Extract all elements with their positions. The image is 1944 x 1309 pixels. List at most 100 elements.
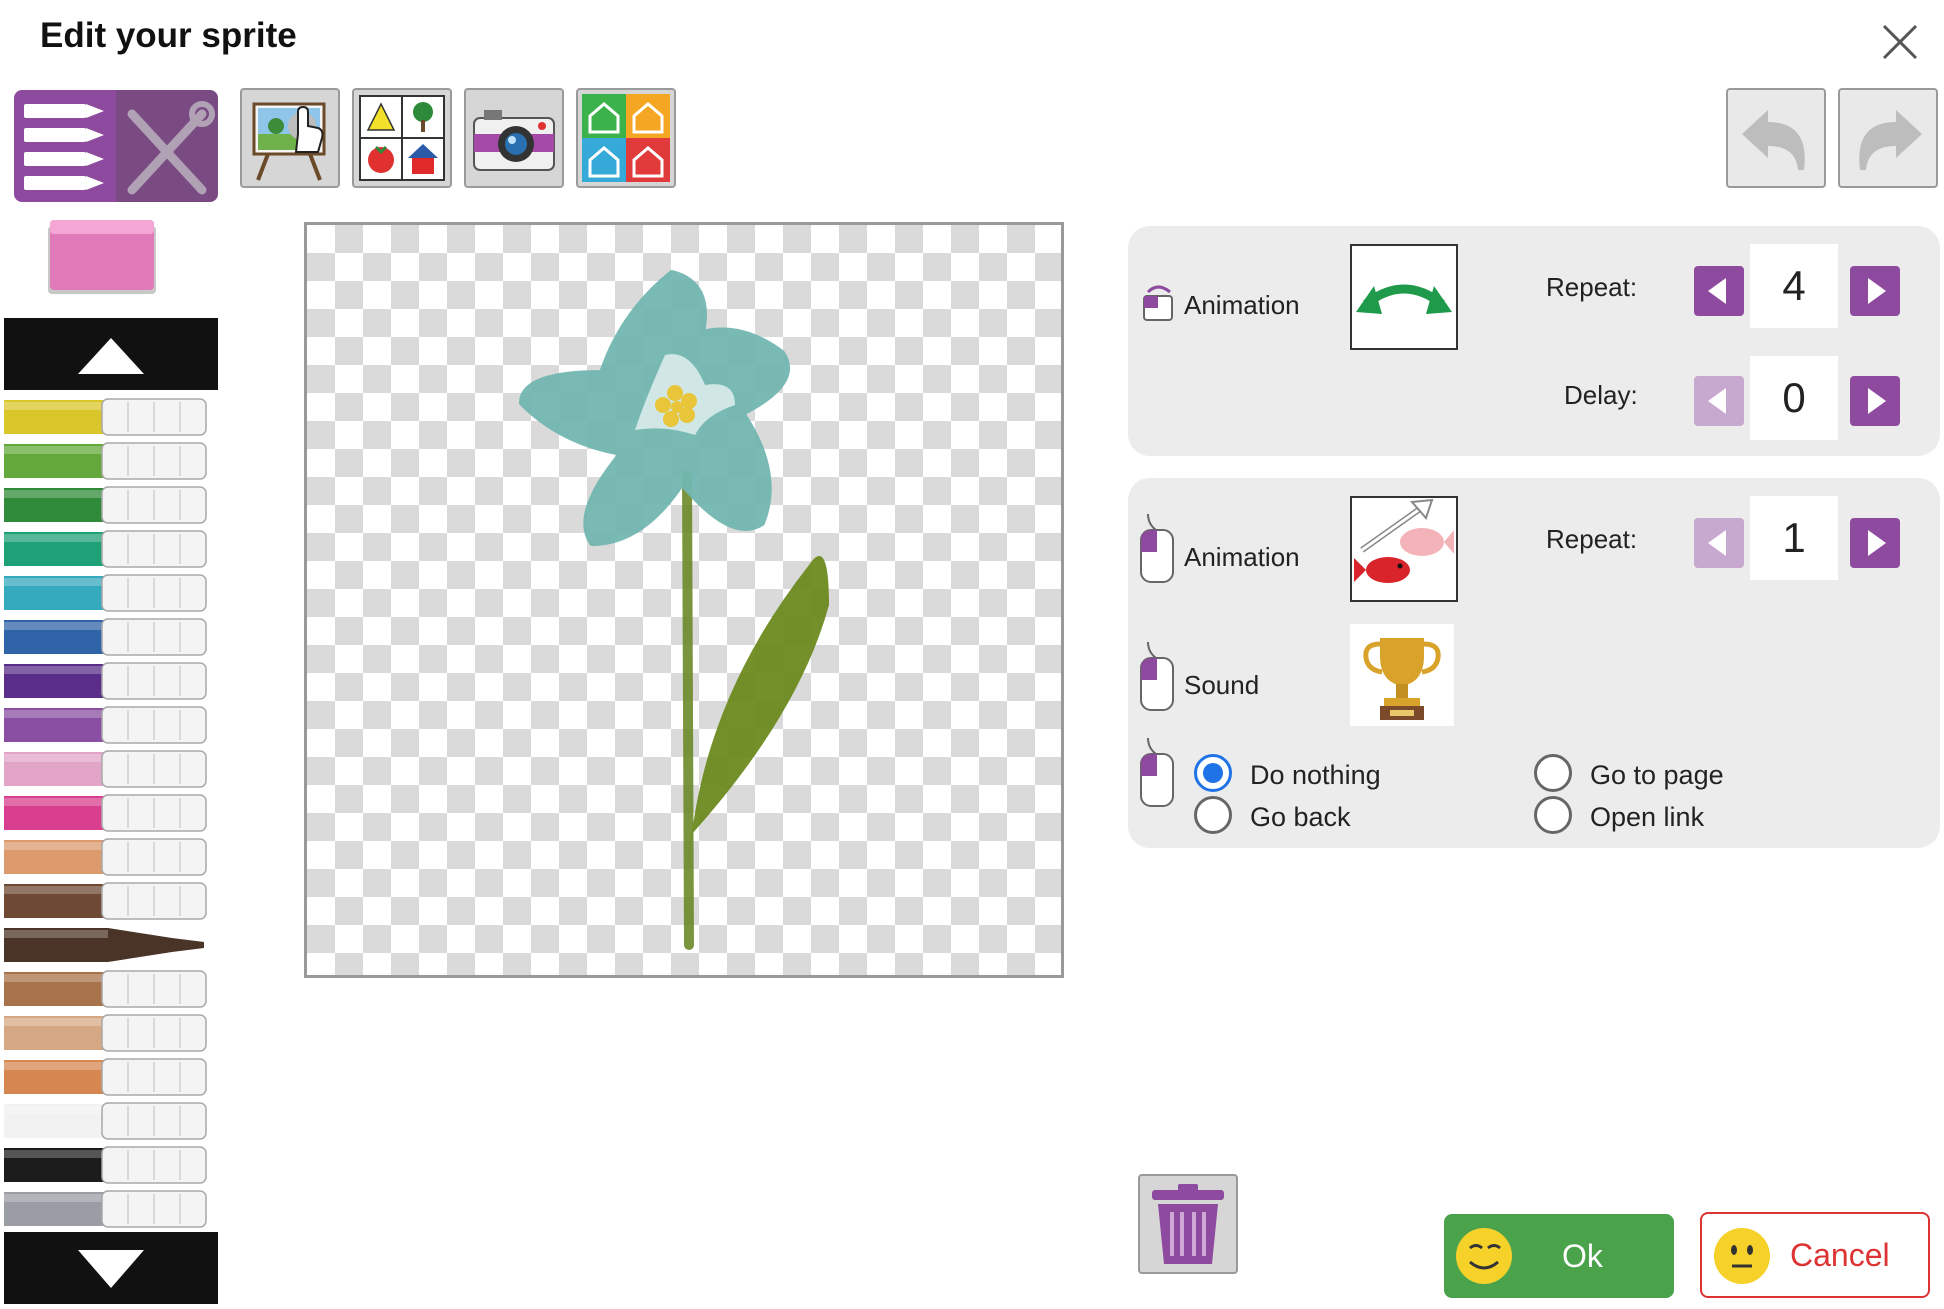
marker-palette	[4, 398, 218, 1232]
flower-sprite	[519, 270, 829, 950]
marker-icon	[4, 1146, 207, 1184]
idle-animation-label: Animation	[1184, 290, 1300, 320]
marker-color[interactable]	[4, 398, 210, 436]
mouse-click-icon	[1140, 513, 1174, 583]
radio-go-to-page[interactable]	[1534, 754, 1572, 792]
undo-button[interactable]	[1726, 88, 1826, 188]
marker-icon	[4, 928, 204, 962]
marker-icon	[4, 574, 207, 612]
delete-sprite-button[interactable]	[1138, 1174, 1238, 1274]
radio-go-to-page-label: Go to page	[1590, 760, 1724, 790]
trophy-icon	[1363, 638, 1441, 720]
click-animation-thumbnail[interactable]	[1350, 496, 1458, 602]
repeat-increment-button[interactable]	[1850, 266, 1900, 316]
marker-icon	[4, 970, 207, 1008]
delay-label: Delay:	[1564, 380, 1638, 410]
click-repeat-label: Repeat:	[1546, 524, 1638, 554]
palette-scroll-up[interactable]	[4, 318, 218, 390]
marker-color[interactable]	[4, 970, 210, 1008]
smiley-neutral-icon	[1714, 1228, 1770, 1284]
drawing-canvas[interactable]	[304, 222, 1064, 978]
smiley-happy-icon	[1456, 1228, 1512, 1284]
triangle-left-icon	[1708, 530, 1726, 556]
marker-icon	[4, 486, 207, 524]
mode-toggle[interactable]	[14, 90, 218, 202]
repeat-decrement-button[interactable]	[1694, 266, 1744, 316]
close-icon	[1882, 24, 1918, 60]
mouse-click-icon	[1140, 737, 1174, 807]
delay-value[interactable]: 0	[1750, 356, 1838, 440]
repeat-value[interactable]: 4	[1750, 244, 1838, 328]
marker-icon	[4, 750, 207, 788]
marker-color[interactable]	[4, 574, 210, 612]
radio-go-back[interactable]	[1194, 796, 1232, 834]
click-repeat-decrement-button[interactable]	[1694, 518, 1744, 568]
camera-tool[interactable]	[464, 88, 564, 188]
marker-icon	[4, 794, 207, 832]
dialog-title: Edit your sprite	[40, 16, 297, 55]
shapes-icon	[359, 95, 445, 181]
click-animation-label: Animation	[1184, 542, 1300, 572]
marker-icon	[4, 1102, 207, 1140]
marker-color[interactable]	[4, 1058, 210, 1096]
radio-do-nothing[interactable]	[1194, 754, 1232, 792]
arrow-down-icon	[78, 1250, 144, 1288]
delay-decrement-button[interactable]	[1694, 376, 1744, 426]
triangle-left-icon	[1708, 278, 1726, 304]
marker-icon	[4, 882, 207, 920]
marker-color[interactable]	[4, 882, 210, 920]
fish-move-icon	[1354, 498, 1454, 583]
triangle-left-icon	[1708, 388, 1726, 414]
marker-color[interactable]	[4, 1146, 210, 1184]
marker-color[interactable]	[4, 706, 210, 744]
triangle-right-icon	[1868, 278, 1886, 304]
marker-icon	[4, 662, 207, 700]
ok-button[interactable]: Ok	[1444, 1214, 1674, 1298]
templates-tool[interactable]	[576, 88, 676, 188]
marker-icon	[4, 1190, 207, 1228]
delay-increment-button[interactable]	[1850, 376, 1900, 426]
marker-icon	[4, 398, 207, 436]
click-sound-thumbnail[interactable]	[1350, 624, 1454, 726]
radio-open-link[interactable]	[1534, 796, 1572, 834]
loop-animation-icon	[1143, 285, 1173, 321]
cancel-button[interactable]: Cancel	[1700, 1212, 1930, 1298]
triangle-right-icon	[1868, 388, 1886, 414]
shape-library-tool[interactable]	[352, 88, 452, 188]
undo-icon	[1742, 110, 1805, 170]
marker-color[interactable]	[4, 750, 210, 788]
ok-button-label: Ok	[1562, 1237, 1603, 1274]
marker-color[interactable]	[4, 1102, 210, 1140]
marker-color[interactable]	[4, 838, 210, 876]
paint-bucket-tool[interactable]	[240, 88, 340, 188]
camera-icon	[473, 110, 555, 171]
radio-do-nothing-label: Do nothing	[1250, 760, 1381, 790]
close-button[interactable]	[1876, 18, 1924, 66]
marker-icon	[4, 1014, 207, 1052]
click-repeat-value[interactable]: 1	[1750, 496, 1838, 580]
marker-color[interactable]	[4, 662, 210, 700]
marker-color[interactable]	[4, 926, 210, 964]
redo-icon	[1859, 110, 1922, 170]
marker-color[interactable]	[4, 618, 210, 656]
mouse-click-icon	[1140, 641, 1174, 711]
marker-color[interactable]	[4, 1190, 210, 1228]
marker-icon	[4, 1058, 207, 1096]
radio-open-link-label: Open link	[1590, 802, 1705, 832]
marker-icon	[4, 530, 207, 568]
marker-color[interactable]	[4, 486, 210, 524]
eraser-tool[interactable]	[46, 218, 162, 298]
palette-scroll-down[interactable]	[4, 1232, 218, 1304]
radio-go-back-label: Go back	[1250, 802, 1351, 832]
click-repeat-increment-button[interactable]	[1850, 518, 1900, 568]
idle-animation-thumbnail[interactable]	[1350, 244, 1458, 350]
marker-color[interactable]	[4, 530, 210, 568]
marker-color[interactable]	[4, 442, 210, 480]
cancel-button-label: Cancel	[1790, 1236, 1890, 1273]
marker-icon	[4, 838, 207, 876]
redo-button[interactable]	[1838, 88, 1938, 188]
easel-paint-icon	[252, 102, 326, 181]
marker-color[interactable]	[4, 1014, 210, 1052]
houses-icon	[582, 94, 670, 182]
marker-color[interactable]	[4, 794, 210, 832]
